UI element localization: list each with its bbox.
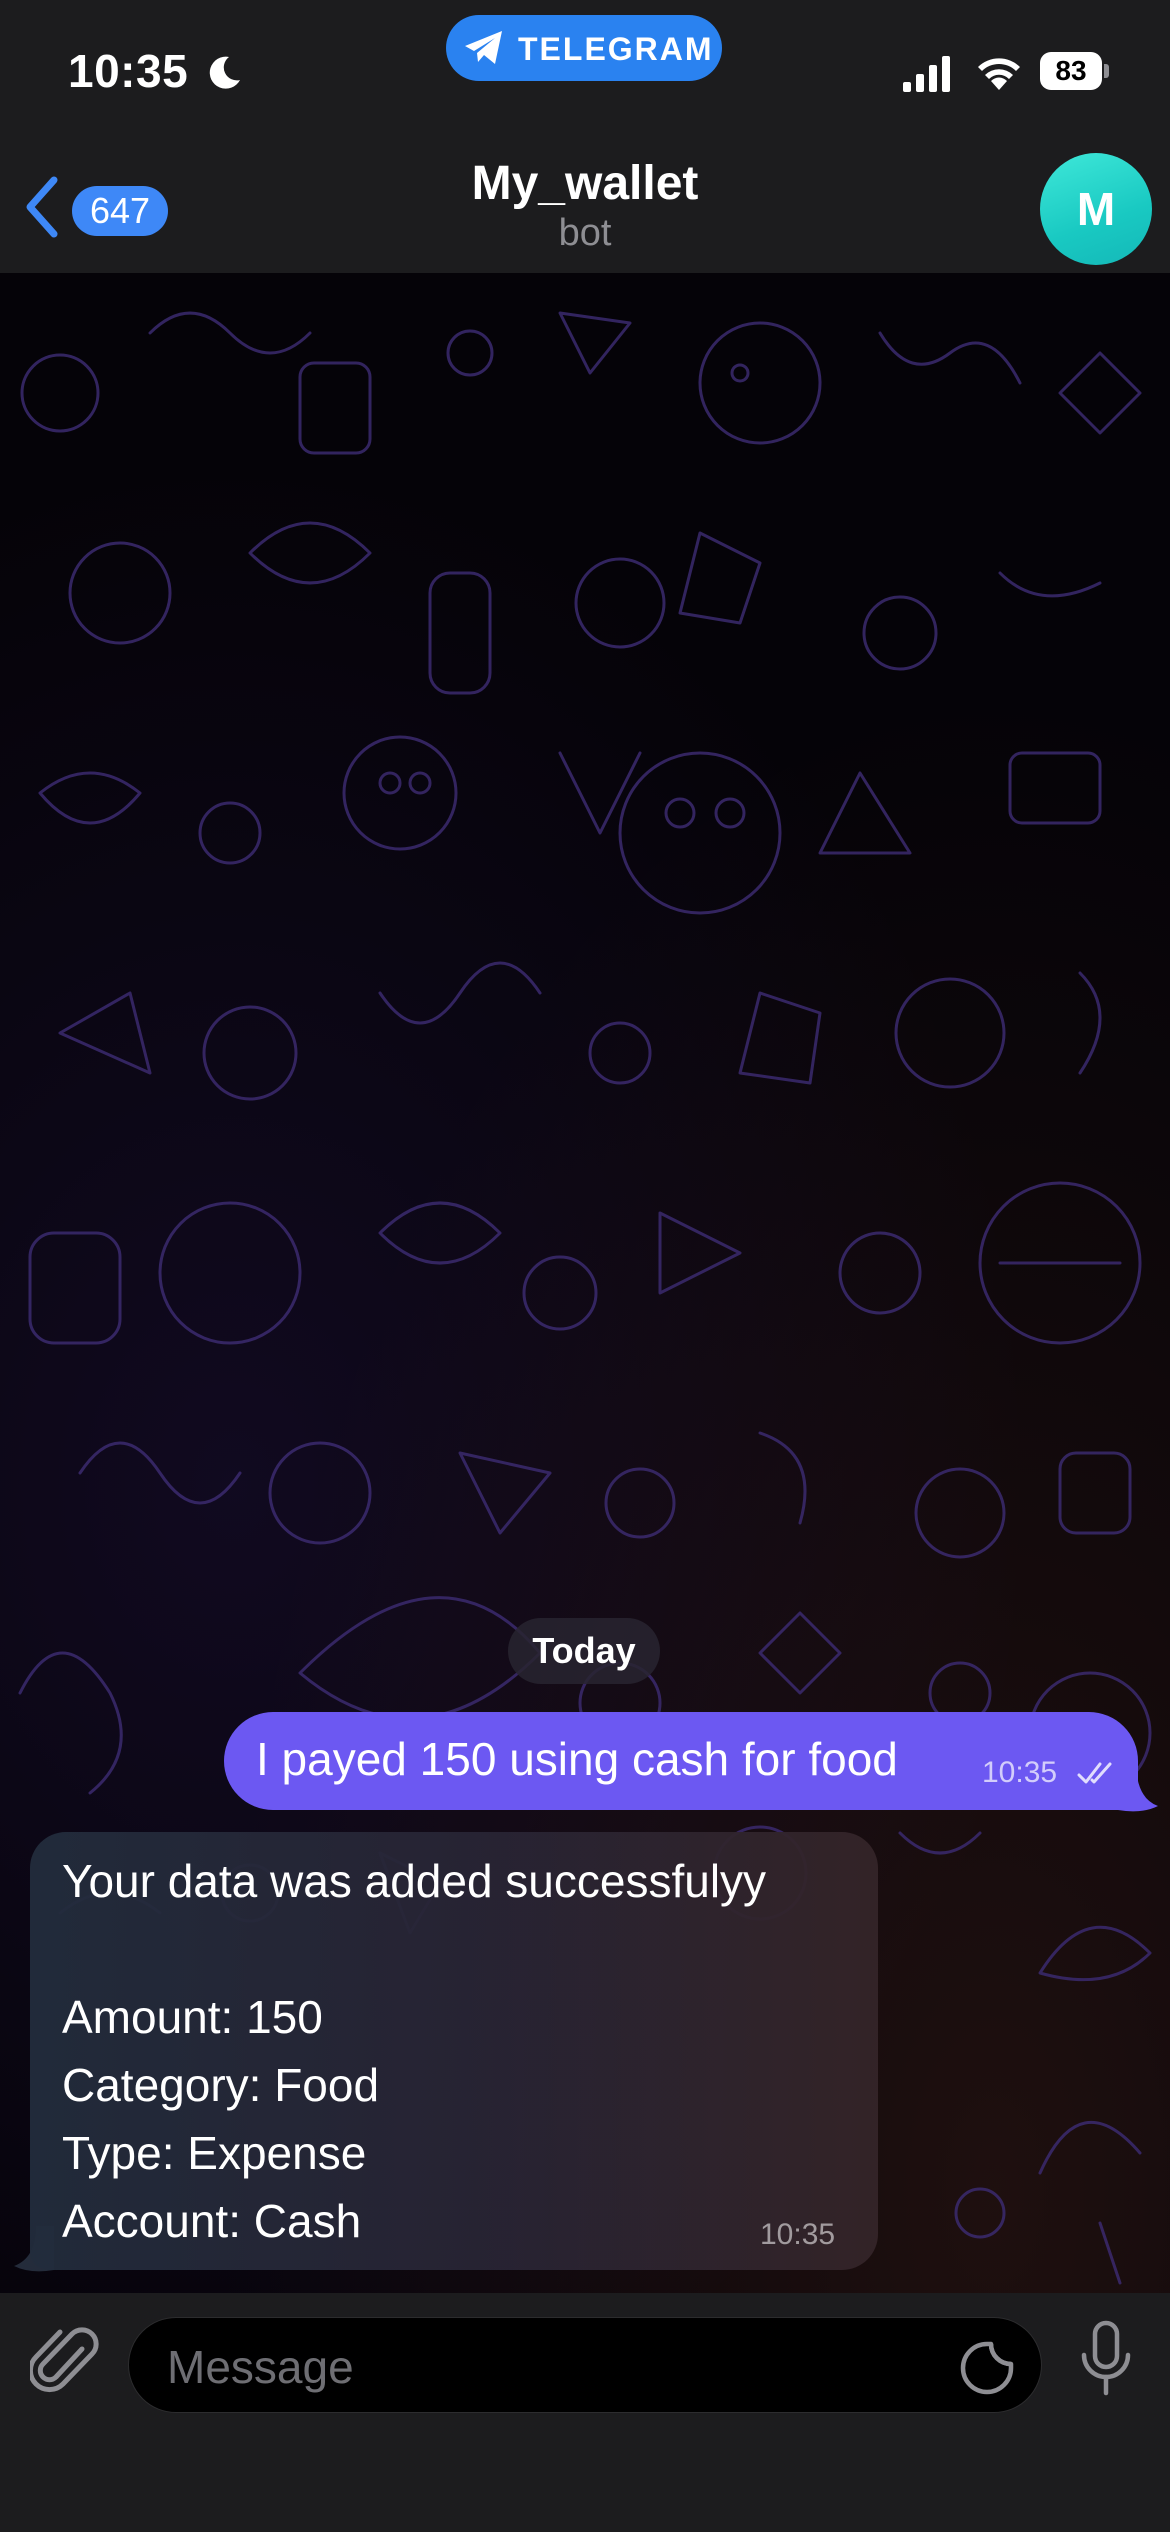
telegram-chat-screen: 10:35 TELEGRAM 83 647 My_wallet bot M To…	[0, 0, 1170, 2532]
message-input[interactable]: Message	[128, 2317, 1042, 2413]
battery-icon: 83	[1040, 52, 1109, 92]
telegram-app-pill[interactable]: TELEGRAM	[446, 15, 722, 81]
message-line: Account: Cash	[62, 2195, 362, 2247]
chat-subtitle: bot	[558, 212, 612, 254]
input-bar: Message	[0, 2293, 1170, 2532]
message-line: Type: Expense	[62, 2127, 367, 2179]
message-line: Your data was added successfulyy	[62, 1855, 767, 1907]
signal-icon	[903, 56, 950, 92]
avatar[interactable]: M	[1040, 153, 1152, 265]
message-line: Category: Food	[62, 2059, 380, 2111]
message-time: 10:35	[982, 1756, 1058, 1789]
message-time: 10:35	[760, 2218, 836, 2251]
double-check-icon	[1077, 1762, 1112, 1784]
app-pill-label: TELEGRAM	[518, 31, 714, 67]
chat-title[interactable]: My_wallet	[0, 156, 1170, 211]
battery-level: 83	[1055, 55, 1087, 86]
sticker-icon[interactable]	[957, 2338, 1017, 2398]
microphone-icon[interactable]	[1078, 2319, 1134, 2403]
paperclip-icon[interactable]	[30, 2321, 100, 2401]
outgoing-message[interactable]: I payed 150 using cash for food 10:35	[224, 1712, 1138, 1810]
moon-icon	[209, 56, 240, 89]
status-time: 10:35	[68, 45, 189, 97]
telegram-plane-icon	[465, 31, 502, 64]
incoming-message[interactable]: Your data was added successfulyy Amount:…	[30, 1832, 878, 2270]
date-separator: Today	[508, 1618, 660, 1684]
message-line: Amount: 150	[62, 1991, 323, 2043]
chat-header: 647 My_wallet bot M	[0, 150, 1170, 273]
wifi-icon	[978, 58, 1020, 90]
status-bar: 10:35 TELEGRAM 83	[0, 0, 1170, 150]
message-text: I payed 150 using cash for food	[256, 1733, 898, 1785]
message-placeholder: Message	[167, 2341, 354, 2393]
